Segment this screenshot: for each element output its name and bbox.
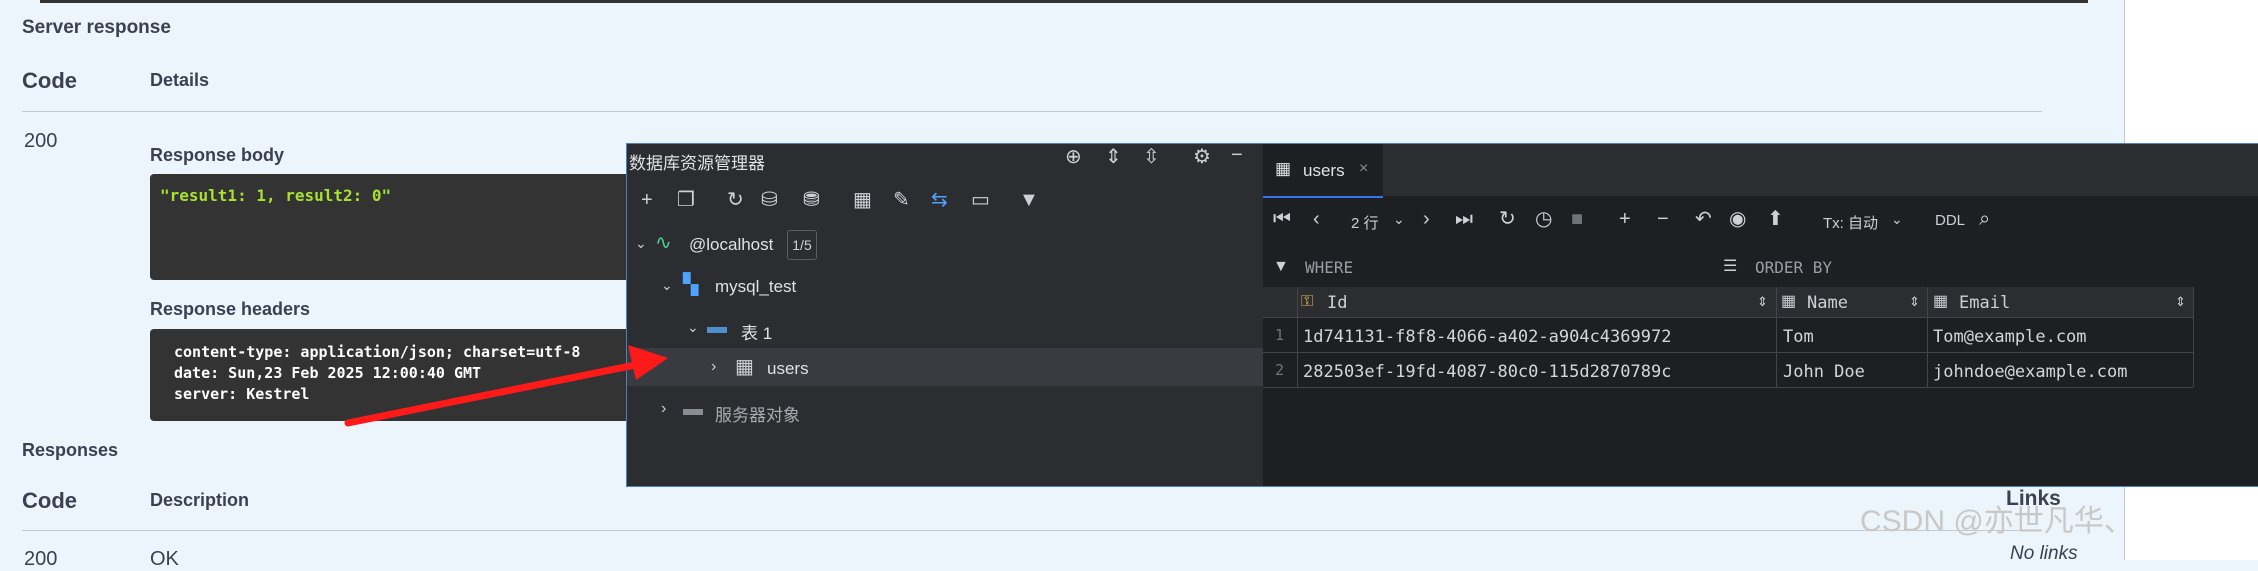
arrow-head — [628, 345, 668, 380]
arrow-shaft — [344, 360, 644, 427]
annotation-arrow — [344, 345, 668, 427]
